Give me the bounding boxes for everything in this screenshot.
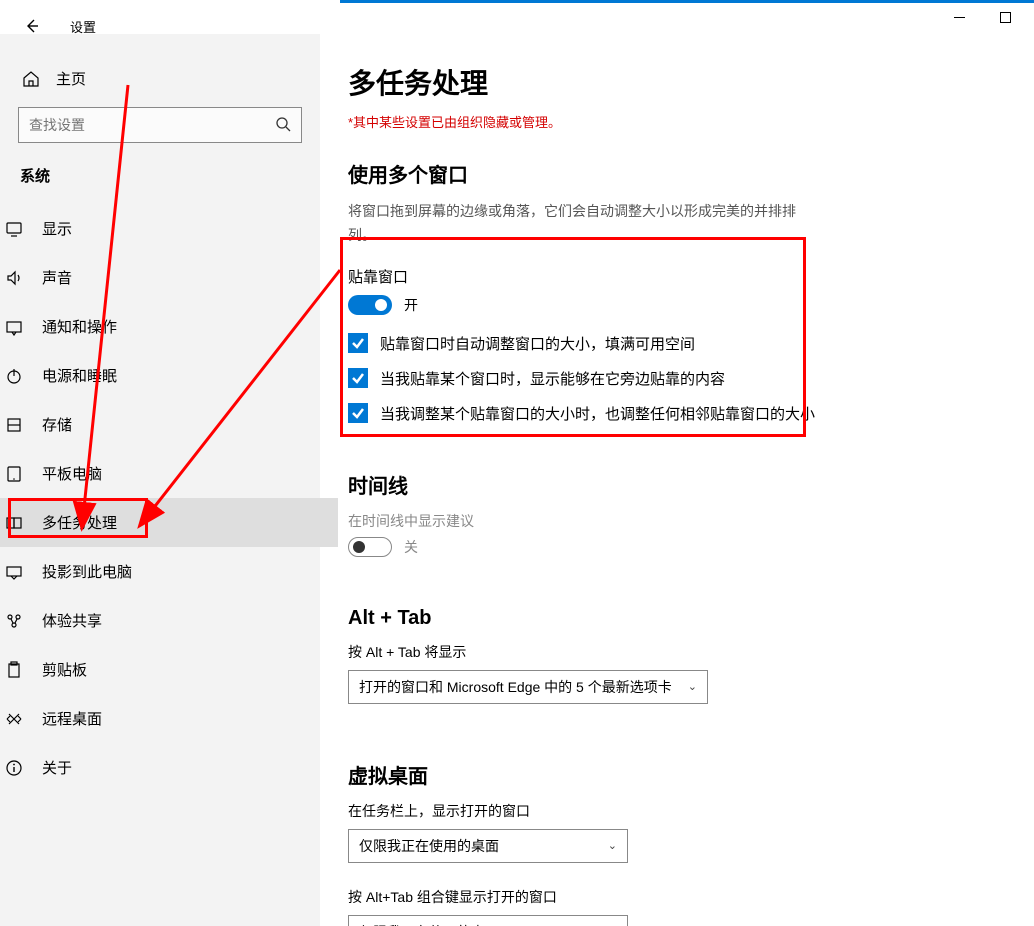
chevron-down-icon: ⌄ [608, 839, 617, 852]
timeline-toggle[interactable] [348, 537, 392, 557]
sidebar-item-tablet[interactable]: 平板电脑 [0, 449, 338, 498]
sidebar-item-label: 体验共享 [42, 610, 102, 631]
virtual-heading: 虚拟桌面 [348, 760, 1006, 789]
snap-toggle-state: 开 [404, 295, 418, 315]
main-content: 多任务处理 *其中某些设置已由组织隐藏或管理。 使用多个窗口 将窗口拖到屏幕的边… [320, 34, 1034, 926]
display-icon [4, 219, 24, 239]
check-label: 贴靠窗口时自动调整窗口的大小，填满可用空间 [380, 333, 695, 354]
chevron-down-icon: ⌄ [688, 680, 697, 693]
sidebar-item-label: 多任务处理 [42, 512, 117, 533]
sidebar-item-project[interactable]: 投影到此电脑 [0, 547, 338, 596]
timeline-heading: 时间线 [348, 470, 1006, 499]
multitask-icon [4, 513, 24, 533]
about-icon [4, 758, 24, 778]
snap-check-row: 当我调整某个贴靠窗口的大小时，也调整任何相邻贴靠窗口的大小 [348, 403, 1006, 424]
sidebar-item-label: 关于 [42, 757, 72, 778]
sidebar-item-label: 剪贴板 [42, 659, 87, 680]
sidebar-item-remote[interactable]: 远程桌面 [0, 694, 338, 743]
sidebar: 设置 主页 系统 显示声音通知和操作电源和睡眠存储平板电脑多任务处理投影到此电脑… [0, 34, 320, 926]
checkbox[interactable] [348, 333, 368, 353]
virtual-label2: 按 Alt+Tab 组合键显示打开的窗口 [348, 887, 1006, 907]
sidebar-item-power[interactable]: 电源和睡眠 [0, 351, 338, 400]
window-title: 设置 [70, 17, 96, 36]
check-label: 当我调整某个贴靠窗口的大小时，也调整任何相邻贴靠窗口的大小 [380, 403, 815, 424]
timeline-label: 在时间线中显示建议 [348, 511, 1006, 531]
power-icon [4, 366, 24, 386]
sidebar-item-label: 显示 [42, 218, 72, 239]
checkbox[interactable] [348, 403, 368, 423]
sidebar-item-multitask[interactable]: 多任务处理 [0, 498, 338, 547]
sidebar-item-label: 存储 [42, 414, 72, 435]
sidebar-item-label: 远程桌面 [42, 708, 102, 729]
remote-icon [4, 709, 24, 729]
alttab-selected: 打开的窗口和 Microsoft Edge 中的 5 个最新选项卡 [359, 677, 672, 697]
checkbox[interactable] [348, 368, 368, 388]
shared-icon [4, 611, 24, 631]
sidebar-item-label: 通知和操作 [42, 316, 117, 337]
tablet-icon [4, 464, 24, 484]
clipboard-icon [4, 660, 24, 680]
notif-icon [4, 317, 24, 337]
maximize-button[interactable] [982, 2, 1028, 32]
sidebar-item-label: 平板电脑 [42, 463, 102, 484]
alttab-label: 按 Alt + Tab 将显示 [348, 642, 1006, 662]
search-icon [275, 116, 291, 135]
snap-check-row: 当我贴靠某个窗口时，显示能够在它旁边贴靠的内容 [348, 368, 1006, 389]
virtual-selected2: 仅限我正在使用的桌面 [359, 922, 499, 926]
page-title: 多任务处理 [348, 62, 1006, 102]
sidebar-item-display[interactable]: 显示 [0, 204, 338, 253]
sidebar-item-notif[interactable]: 通知和操作 [0, 302, 338, 351]
sound-icon [4, 268, 24, 288]
sidebar-item-label: 电源和睡眠 [42, 365, 117, 386]
back-button[interactable] [18, 12, 46, 40]
sidebar-item-shared[interactable]: 体验共享 [0, 596, 338, 645]
snap-desc: 将窗口拖到屏幕的边缘或角落，它们会自动调整大小以形成完美的并排排列。 [348, 200, 808, 248]
sidebar-item-sound[interactable]: 声音 [0, 253, 338, 302]
alttab-heading: Alt + Tab [348, 607, 1006, 630]
snap-toggle-label: 贴靠窗口 [348, 266, 1006, 287]
virtual-dropdown1[interactable]: 仅限我正在使用的桌面 ⌄ [348, 829, 628, 863]
home-icon [22, 70, 40, 88]
category-heading: 系统 [20, 165, 302, 186]
storage-icon [4, 415, 24, 435]
snap-toggle[interactable] [348, 295, 392, 315]
alttab-dropdown[interactable]: 打开的窗口和 Microsoft Edge 中的 5 个最新选项卡 ⌄ [348, 670, 708, 704]
virtual-label1: 在任务栏上，显示打开的窗口 [348, 801, 1006, 821]
sidebar-item-about[interactable]: 关于 [0, 743, 338, 792]
sidebar-item-label: 声音 [42, 267, 72, 288]
home-link[interactable]: 主页 [22, 68, 302, 89]
timeline-toggle-state: 关 [404, 537, 418, 557]
project-icon [4, 562, 24, 582]
search-field[interactable] [29, 117, 275, 133]
sidebar-item-storage[interactable]: 存储 [0, 400, 338, 449]
snap-check-row: 贴靠窗口时自动调整窗口的大小，填满可用空间 [348, 333, 1006, 354]
org-warning: *其中某些设置已由组织隐藏或管理。 [348, 112, 1006, 131]
minimize-button[interactable] [936, 2, 982, 32]
sidebar-nav: 显示声音通知和操作电源和睡眠存储平板电脑多任务处理投影到此电脑体验共享剪贴板远程… [0, 204, 338, 792]
accent-strip [340, 0, 1034, 3]
home-label: 主页 [56, 68, 86, 89]
snap-heading: 使用多个窗口 [348, 159, 1006, 188]
virtual-selected1: 仅限我正在使用的桌面 [359, 836, 499, 856]
sidebar-item-label: 投影到此电脑 [42, 561, 132, 582]
check-label: 当我贴靠某个窗口时，显示能够在它旁边贴靠的内容 [380, 368, 725, 389]
virtual-dropdown2[interactable]: 仅限我正在使用的桌面 ⌄ [348, 915, 628, 926]
search-input[interactable] [18, 107, 302, 143]
sidebar-item-clipboard[interactable]: 剪贴板 [0, 645, 338, 694]
